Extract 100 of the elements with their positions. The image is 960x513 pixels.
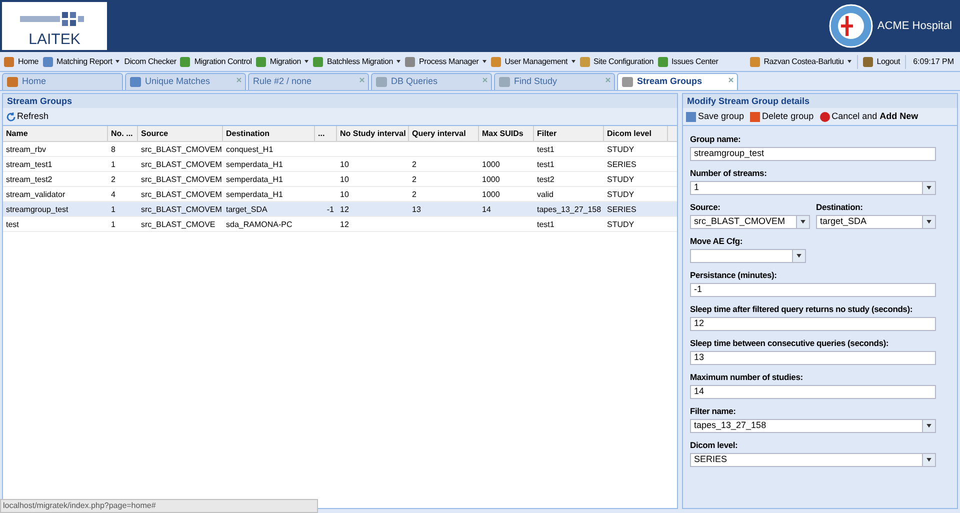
table-cell-text: streamgroup_test — [6, 204, 68, 216]
hospital-logo-icon — [829, 4, 874, 48]
table-cell-text: 8 — [111, 144, 116, 156]
menu-item[interactable]: Site Configuration — [578, 52, 656, 70]
table-cell-text: 4 — [111, 189, 116, 201]
table-cell-text: 1 — [111, 219, 116, 231]
field-label: Destination: — [816, 201, 864, 213]
table-cell-text: 1000 — [482, 189, 500, 201]
table-cell-text: stream_validator — [6, 189, 66, 201]
refresh-button[interactable]: Refresh — [6, 110, 49, 124]
caret-icon — [396, 60, 401, 63]
table-cell-text: 1 — [111, 204, 116, 216]
table-cell-text: test1 — [537, 159, 554, 171]
dropdown-field[interactable]: target_SDA — [816, 215, 936, 229]
column-header[interactable]: No. ... — [108, 126, 138, 141]
column-header[interactable]: Destination — [223, 126, 315, 141]
dropdown-arrow-button[interactable] — [796, 216, 809, 228]
input-field[interactable]: 12 — [690, 317, 936, 331]
table-cell-text: src_BLAST_CMOVE — [141, 219, 216, 231]
toolbar-button[interactable]: Delete group — [750, 110, 814, 124]
dropdown-arrow-button[interactable] — [922, 454, 935, 466]
menu-item[interactable]: Logout — [860, 52, 902, 70]
caret-icon — [926, 186, 932, 190]
input-field[interactable]: 14 — [690, 385, 936, 399]
dropdown-arrow-button[interactable] — [922, 216, 935, 228]
table-cell-text: test — [6, 219, 19, 231]
menu-item[interactable]: Matching Report — [40, 52, 122, 70]
toolbar-button[interactable]: Save group — [686, 110, 744, 124]
table-cell-text: tapes_13_27_158 — [537, 204, 602, 216]
tab[interactable]: Home — [2, 73, 123, 90]
table-cell-text: src_BLAST_CMOVEM — [141, 174, 222, 186]
table-cell-text: 2 — [412, 189, 416, 201]
input-field[interactable]: streamgroup_test — [690, 147, 936, 161]
field-label: Source: — [690, 201, 722, 213]
dropdown-arrow-button[interactable] — [922, 420, 935, 432]
tab[interactable]: Rule #2 / none — [248, 73, 369, 90]
dropdown-arrow-button[interactable] — [792, 250, 805, 262]
dropdown-field[interactable] — [690, 249, 806, 263]
table-cell-text: STUDY — [607, 174, 634, 186]
table-cell-text: 12 — [340, 204, 349, 216]
menu-item[interactable]: Batchless Migration — [310, 52, 403, 70]
dropdown-arrow-button[interactable] — [922, 182, 935, 194]
table-cell-text: 1000 — [482, 174, 500, 186]
menu-item[interactable]: Dicom Checker — [122, 52, 178, 70]
table-cell-text: test1 — [537, 144, 554, 156]
column-header[interactable]: Name — [3, 126, 108, 141]
dropdown-field[interactable]: 1 — [690, 181, 936, 195]
menu-item[interactable]: Issues Center — [656, 52, 720, 70]
table-cell-text: 10 — [340, 174, 349, 186]
refresh-icon — [6, 112, 16, 122]
table-cell-text: src_BLAST_CMOVEM — [141, 204, 222, 216]
table-cell-text: 1 — [111, 159, 116, 171]
caret-icon — [926, 424, 932, 428]
table-cell-text: src_BLAST_CMOVEM — [141, 159, 222, 171]
column-header[interactable]: Query interval — [409, 126, 479, 141]
table-cell-text: 2 — [111, 174, 116, 186]
field-label: Move AE Cfg: — [690, 235, 744, 247]
table-cell-text: stream_test1 — [6, 159, 52, 171]
caret-icon — [796, 254, 802, 258]
tab[interactable]: Stream Groups — [617, 73, 738, 90]
menu-item[interactable]: Razvan Costea-Barlutiu — [748, 52, 854, 70]
table-cell-text: 13 — [412, 204, 421, 216]
table-cell-text: 1000 — [482, 159, 500, 171]
dropdown-field[interactable]: tapes_13_27_158 — [690, 419, 936, 433]
clock: 6:09:17 PM — [912, 56, 955, 68]
tab[interactable]: Find Study — [494, 73, 615, 90]
menu-item[interactable]: Process Manager — [402, 52, 489, 70]
tab[interactable]: DB Queries — [371, 73, 492, 90]
column-header[interactable]: Filter — [534, 126, 604, 141]
menu-item[interactable]: Migration Control — [178, 52, 254, 70]
panel-title: Modify Stream Group details — [683, 94, 957, 108]
caret-icon — [304, 60, 309, 63]
menu-item[interactable]: Home — [2, 52, 41, 70]
field-label: Filter name: — [690, 405, 737, 417]
column-header[interactable]: Max SUIDs — [479, 126, 534, 141]
table-cell-text: valid — [537, 189, 554, 201]
menu-item[interactable]: Migration — [254, 52, 311, 70]
table-cell-text: 2 — [412, 159, 416, 171]
dropdown-field[interactable]: src_BLAST_CMOVEM — [690, 215, 810, 229]
toolbar-button[interactable]: Cancel and Add New — [820, 110, 918, 124]
field-label: Sleep time after filtered query returns no study (seconds): — [690, 303, 914, 315]
tab[interactable]: Unique Matches — [125, 73, 246, 90]
table-cell-text: STUDY — [607, 144, 634, 156]
table-cell-text: test1 — [537, 219, 554, 231]
caret-icon — [926, 458, 932, 462]
status-url: localhost/migratek/index.php?page=home# — [0, 499, 318, 513]
table-cell-text: semperdata_H1 — [226, 189, 283, 201]
column-header[interactable]: No Study interval — [337, 126, 409, 141]
input-field[interactable]: -1 — [690, 283, 936, 297]
dropdown-field[interactable]: SERIES — [690, 453, 936, 467]
field-label: Dicom level: — [690, 439, 739, 451]
column-header[interactable]: Dicom level — [604, 126, 668, 141]
table-cell-text: 2 — [412, 174, 416, 186]
input-field[interactable]: 13 — [690, 351, 936, 365]
column-header[interactable]: Source — [138, 126, 223, 141]
menu-item[interactable]: User Management — [488, 52, 578, 70]
table-row[interactable]: streamgroup_test 1 src_BLAST_CMOVEM target_SDA -1 12 13 14 tapes_13_27_158 SERIES — [3, 202, 677, 217]
caret-icon — [115, 60, 120, 63]
column-header[interactable]: ... — [315, 126, 337, 141]
table-cell-text: STUDY — [607, 219, 634, 231]
